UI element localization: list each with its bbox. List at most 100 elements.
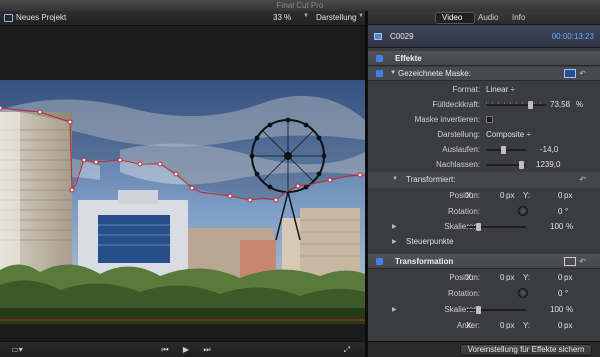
fill-value[interactable]: 73,58 (550, 100, 570, 109)
scale-knob[interactable] (476, 223, 481, 231)
feather-in-value[interactable]: -14,0 (540, 145, 558, 154)
rotation-unit: ° (565, 207, 569, 216)
position-x-label: X: (466, 191, 474, 200)
inspector-footer: Voreinstellung für Effekte sichern (368, 341, 600, 357)
reset-icon[interactable]: ↶ (579, 257, 586, 266)
effects-header[interactable]: Effekte (368, 51, 600, 66)
position-y-value[interactable]: 0 (558, 273, 562, 282)
invert-label: Maske invertieren: (414, 115, 480, 124)
project-name: Neues Projekt (16, 13, 67, 22)
reset-icon[interactable]: ↶ (579, 69, 586, 78)
viewer-footer: ▭▾ ⏮ ▶ ⏭ ⤢ (0, 341, 365, 357)
mask-draw-icon[interactable] (564, 69, 576, 78)
skip-back-icon[interactable]: ⏮ (158, 345, 172, 355)
feather-out-value[interactable]: 1239,0 (536, 160, 560, 169)
rotation-value[interactable]: 0 (558, 207, 562, 216)
clip-icon (374, 33, 382, 40)
position-y-label: Y: (523, 191, 531, 200)
skip-forward-icon[interactable]: ⏭ (200, 345, 214, 355)
anchor-x-value[interactable]: 0 (500, 321, 504, 330)
mask-rotation-row: Rotation: 0 ° (368, 204, 600, 220)
mask-format-row: Format: Linear ÷ (368, 82, 600, 98)
tab-video[interactable]: Video (442, 13, 462, 22)
position-y-value[interactable]: 0 (558, 191, 562, 200)
rotation-dial[interactable] (518, 288, 528, 298)
chevron-down-icon[interactable]: ▼ (358, 13, 364, 19)
feather-out-slider[interactable] (486, 161, 526, 169)
scale-value[interactable]: 100 (550, 222, 563, 231)
reset-icon[interactable]: ↶ (579, 175, 586, 184)
clip-name: C0029 (390, 32, 414, 41)
tab-info[interactable]: Info (512, 13, 525, 22)
disclosure-closed-icon[interactable]: ▶ (392, 238, 397, 245)
disclosure-closed-icon[interactable]: ▶ (392, 306, 397, 313)
transform-position-row: Position: X: 0 px Y: 0 px (368, 270, 600, 286)
position-label: Position: (449, 273, 480, 282)
fill-unit: % (576, 100, 584, 109)
display-select[interactable]: Composite ÷ (486, 130, 531, 139)
scale-slider[interactable] (466, 223, 526, 231)
transform-header[interactable]: Transformation ↶ (368, 254, 600, 269)
anchor-y-unit: px (564, 321, 573, 330)
fill-label: Fülldeckkraft: (432, 100, 480, 109)
play-icon[interactable]: ▶ (179, 345, 193, 355)
format-select[interactable]: Linear ÷ (486, 85, 515, 94)
feather-in-row: Auslaufen: -14,0 (368, 142, 600, 158)
inspector: Video Audio Info C0029 00:00:13:23 Effek… (368, 11, 600, 357)
mask-header[interactable]: ▼ Gezeichnete Maske: ↶ (368, 67, 600, 81)
chevron-down-icon[interactable]: ▼ (303, 13, 309, 19)
scale-value[interactable]: 100 (550, 305, 563, 314)
inspector-tabs: Video Audio Info (368, 11, 600, 25)
transform-title: Transformation (395, 257, 454, 266)
effects-enable-checkbox[interactable] (376, 55, 383, 62)
window-title: Final Cut Pro (0, 0, 600, 11)
rotation-label: Rotation: (447, 289, 480, 298)
zoom-level[interactable]: 33 % (273, 13, 291, 22)
fill-slider-knob[interactable] (528, 101, 533, 109)
invert-checkbox[interactable] (486, 116, 493, 123)
fill-slider[interactable] (486, 101, 546, 109)
mask-position-row: Position: X: 0 px Y: 0 px (368, 188, 600, 204)
anchor-y-label: Y: (523, 321, 531, 330)
rotation-dial[interactable] (518, 206, 528, 216)
position-x-unit: px (506, 273, 515, 282)
position-x-unit: px (506, 191, 515, 200)
scale-knob[interactable] (476, 306, 481, 314)
save-effects-preset-button[interactable]: Voreinstellung für Effekte sichern (460, 344, 592, 356)
disclosure-open-icon[interactable]: ▼ (390, 70, 396, 76)
mask-display-row: Darstellung: Composite ÷ (368, 127, 600, 143)
transform-enable-checkbox[interactable] (376, 258, 383, 265)
control-points-row[interactable]: ▶ Steuerpunkte (368, 234, 600, 250)
mask-invert-row: Maske invertieren: (368, 112, 600, 128)
position-x-value[interactable]: 0 (500, 273, 504, 282)
mask-fill-row: Fülldeckkraft: 73,58 % (368, 97, 600, 113)
mask-enable-checkbox[interactable] (376, 70, 383, 77)
feather-out-row: Nachlassen: 1239,0 (368, 157, 600, 173)
viewer-menu-icon[interactable]: ▭▾ (6, 345, 28, 355)
mask-transform-header[interactable]: ▼ Transformiert: ↶ (368, 172, 600, 188)
disclosure-open-icon[interactable]: ▼ (392, 176, 398, 182)
mask-transform-title: Transformiert: (406, 175, 456, 184)
anchor-x-label: X: (466, 321, 474, 330)
mask-scale-row: ▶ Skalieren: 100 % (368, 219, 600, 235)
rotation-value[interactable]: 0 (558, 289, 562, 298)
position-x-label: X: (466, 273, 474, 282)
position-x-value[interactable]: 0 (500, 191, 504, 200)
display-menu[interactable]: Darstellung (316, 13, 356, 22)
mask-title: Gezeichnete Maske: (398, 69, 471, 78)
transform-onscreen-icon[interactable] (564, 257, 576, 266)
transform-scale-row: ▶ Skalieren: 100 % (368, 302, 600, 318)
disclosure-closed-icon[interactable]: ▶ (392, 223, 397, 230)
fill-slider-ticks (486, 102, 546, 104)
tab-audio[interactable]: Audio (478, 13, 498, 22)
feather-out-knob[interactable] (519, 161, 524, 169)
video-frame[interactable] (0, 80, 365, 324)
feather-in-slider[interactable] (486, 146, 526, 154)
feather-in-knob[interactable] (501, 146, 506, 154)
viewer[interactable] (0, 27, 365, 341)
fullscreen-icon[interactable]: ⤢ (340, 345, 354, 355)
anchor-y-value[interactable]: 0 (558, 321, 562, 330)
clip-timecode: 00:00:13:23 (551, 32, 594, 41)
format-label: Format: (452, 85, 480, 94)
scale-slider[interactable] (466, 306, 526, 314)
